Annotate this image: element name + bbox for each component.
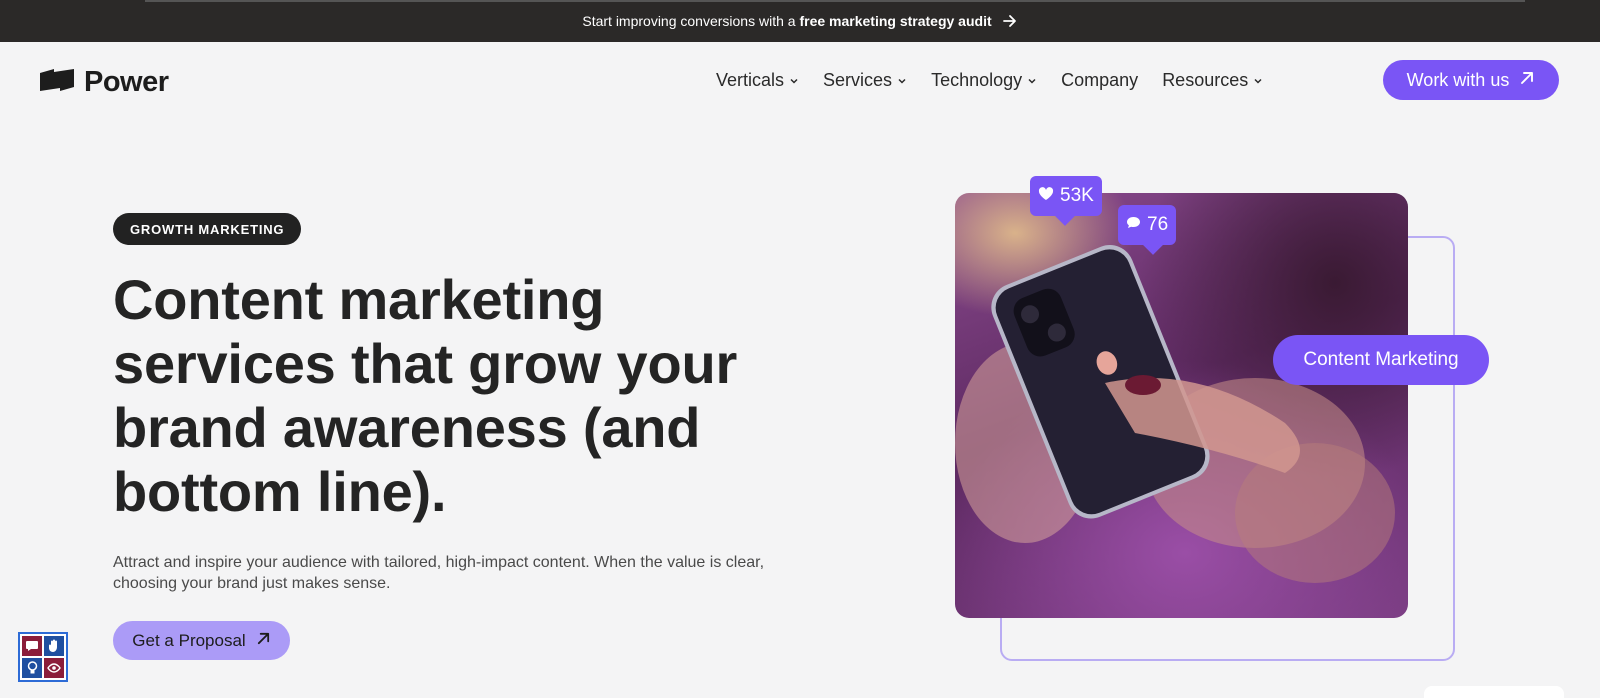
hand-icon [44,636,64,656]
nav-item-verticals[interactable]: Verticals [716,70,799,91]
lightbulb-icon [22,658,42,678]
topic-pill: Content Marketing [1273,335,1489,385]
arrow-up-right-icon [1519,70,1535,91]
nav-label: Technology [931,70,1023,90]
hero-description: Attract and inspire your audience with t… [113,554,765,592]
chevron-down-icon [1253,76,1263,86]
likes-badge: 53K [1030,176,1102,216]
top-divider [145,0,1525,2]
get-proposal-label: Get a Proposal [132,630,246,650]
nav-item-technology[interactable]: Technology [931,70,1037,91]
heart-icon [1038,185,1054,207]
announcement-link[interactable]: Start improving conversions with a free … [582,13,1017,29]
comments-badge: 76 [1118,205,1177,245]
chevron-down-icon [897,76,907,86]
work-with-us-button[interactable]: Work with us [1383,60,1559,100]
floating-card [1424,686,1564,698]
nav-item-company[interactable]: Company [1061,70,1138,91]
accessibility-widget[interactable] [18,632,68,682]
category-badge: GROWTH MARKETING [113,213,302,245]
eye-icon [44,658,64,678]
hero-title: Content marketing services that grow you… [113,268,738,523]
comments-count: 76 [1147,214,1169,235]
speech-bubble-icon [22,636,42,656]
chevron-down-icon [789,76,799,86]
nav-item-resources[interactable]: Resources [1162,70,1263,91]
likes-count: 53K [1060,185,1094,206]
nav-label: Resources [1162,70,1249,90]
work-with-us-label: Work with us [1406,69,1510,90]
logo[interactable]: Power [40,66,169,99]
nav-label: Company [1061,70,1139,90]
announcement-text: Start improving conversions with a free … [582,13,992,29]
arrow-right-icon [1002,13,1018,29]
hero-image-phone [955,193,1408,618]
nav-label: Services [823,70,893,90]
get-proposal-button[interactable]: Get a Proposal [113,621,290,660]
arrow-up-right-icon [256,631,271,651]
logo-mark-icon [40,69,74,96]
nav-item-services[interactable]: Services [823,70,907,91]
announcement-bar: Start improving conversions with a free … [0,0,1600,42]
site-header: Power Verticals Services Technology Comp… [0,42,1600,120]
logo-text: Power [84,66,169,98]
main-nav: Verticals Services Technology Company Re… [716,70,1287,91]
comment-icon [1126,214,1141,236]
chevron-down-icon [1027,76,1037,86]
nav-label: Verticals [716,70,785,90]
